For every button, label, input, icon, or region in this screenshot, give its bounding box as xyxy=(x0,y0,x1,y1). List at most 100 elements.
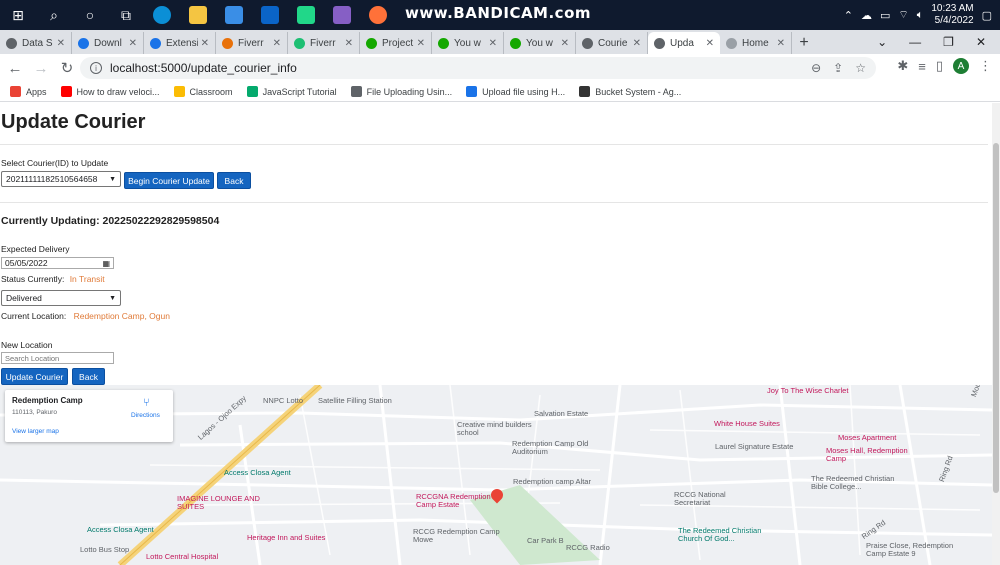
map-poi-label[interactable]: NNPC Lotto xyxy=(263,396,303,405)
extensions-puzzle-icon[interactable]: ✱ xyxy=(897,58,908,74)
close-tab-icon[interactable]: ✕ xyxy=(273,38,281,49)
bookmark-item[interactable]: File Uploading Usin... xyxy=(350,86,452,97)
task-view-icon[interactable]: ⧉ xyxy=(108,0,144,30)
cortana-icon[interactable]: ○ xyxy=(72,0,108,30)
volume-icon[interactable]: 🔈︎ xyxy=(917,9,924,22)
bookmark-item[interactable]: Bucket System - Ag... xyxy=(579,86,681,97)
map-poi-label[interactable]: IMAGINE LOUNGE AND SUITES xyxy=(177,495,267,511)
search-icon[interactable]: ⌕ xyxy=(36,0,72,30)
new-location-search-input[interactable]: Search Location xyxy=(1,352,114,364)
close-tab-icon[interactable]: ✕ xyxy=(706,38,714,49)
back-button-2[interactable]: Back xyxy=(72,368,105,385)
close-tab-icon[interactable]: ✕ xyxy=(489,38,497,49)
map-poi-label[interactable]: The Redeemed Christian Bible College... xyxy=(811,475,901,491)
close-tab-icon[interactable]: ✕ xyxy=(345,38,353,49)
wifi-icon[interactable]: ⌔ xyxy=(898,8,908,22)
directions-icon[interactable]: ⑂ xyxy=(143,397,150,409)
file-explorer-icon[interactable] xyxy=(180,0,216,30)
map-poi-label[interactable]: Moses Hall, Redemption Camp xyxy=(826,447,916,463)
visual-studio-app-icon[interactable] xyxy=(324,0,360,30)
profile-avatar[interactable]: A xyxy=(953,58,969,74)
browser-tab[interactable]: Project ✕ xyxy=(360,32,432,54)
minimize-icon[interactable]: — xyxy=(909,35,921,49)
map-poi-label[interactable]: Access Closa Agent xyxy=(87,525,154,534)
chevron-up-icon[interactable]: ⌃ xyxy=(844,9,853,22)
clock[interactable]: 10:23 AM 5/4/2022 xyxy=(931,3,973,27)
map-poi-label[interactable]: Salvation Estate xyxy=(534,409,588,418)
map-poi-label[interactable]: RCCG Radio xyxy=(566,543,610,552)
close-tab-icon[interactable]: ✕ xyxy=(129,38,137,49)
map-poi-label[interactable]: RCCG National Secretariat xyxy=(674,491,764,507)
media-icon[interactable]: ≡ xyxy=(918,59,926,74)
edge-app-icon[interactable] xyxy=(144,0,180,30)
map-poi-label[interactable]: Heritage Inn and Suites xyxy=(247,533,325,542)
windows-start-icon[interactable]: ⊞ xyxy=(0,0,36,30)
browser-tab[interactable]: Data S ✕ xyxy=(0,32,72,54)
tab-search-icon[interactable]: ⌄ xyxy=(877,35,887,49)
browser-tab[interactable]: Courie ✕ xyxy=(576,32,648,54)
view-larger-map-link[interactable]: View larger map xyxy=(12,428,59,435)
restore-icon[interactable]: ❐ xyxy=(943,35,954,49)
map-poi-label[interactable]: RCCG Redemption Camp Mowe xyxy=(413,528,503,544)
mail-app-icon[interactable] xyxy=(252,0,288,30)
site-info-icon[interactable]: i xyxy=(90,62,102,74)
close-window-icon[interactable]: ✕ xyxy=(976,35,986,49)
bookmark-item[interactable]: Apps xyxy=(10,86,47,97)
firefox-app-icon[interactable] xyxy=(360,0,396,30)
browser-tab[interactable]: You w ✕ xyxy=(504,32,576,54)
map-poi-label[interactable]: Joy To The Wise Charlet xyxy=(767,386,848,395)
expected-delivery-date-input[interactable]: 05/05/2022 ▦ xyxy=(1,257,114,269)
back-arrow-icon[interactable]: ← xyxy=(2,60,28,77)
menu-kebab-icon[interactable]: ⋮ xyxy=(979,58,992,74)
pycharm-app-icon[interactable] xyxy=(288,0,324,30)
scrollbar-thumb[interactable] xyxy=(993,143,999,493)
directions-link[interactable]: Directions xyxy=(131,412,160,419)
browser-tab[interactable]: Home ✕ xyxy=(720,32,792,54)
map-poi-label[interactable]: Access Closa Agent xyxy=(224,468,291,477)
url-text[interactable]: localhost:5000/update_courier_info xyxy=(110,61,297,75)
map-poi-label[interactable]: Redemption camp Altar xyxy=(513,477,591,486)
embedded-map[interactable]: NNPC Lotto Satellite Filling Station Joy T… xyxy=(0,385,992,565)
forward-arrow-icon[interactable]: → xyxy=(28,60,54,77)
zoom-icon[interactable]: ⊖ xyxy=(811,61,821,75)
map-poi-label[interactable]: Redemption Camp Old Auditorium xyxy=(512,440,602,456)
close-tab-icon[interactable]: ✕ xyxy=(777,38,785,49)
notification-icon[interactable]: ▢ xyxy=(982,9,992,22)
page-scrollbar[interactable] xyxy=(992,103,1000,565)
calendar-icon[interactable]: ▦ xyxy=(102,259,110,268)
status-select[interactable]: Delivered ▼ xyxy=(1,290,121,306)
browser-tab[interactable]: Fiverr ✕ xyxy=(288,32,360,54)
back-button[interactable]: Back xyxy=(217,172,251,189)
browser-tab[interactable]: Upda ✕ xyxy=(648,32,720,54)
map-poi-label[interactable]: Car Park B xyxy=(527,536,564,545)
browser-tab[interactable]: Downl ✕ xyxy=(72,32,144,54)
reload-icon[interactable]: ↻ xyxy=(54,59,80,77)
bookmark-star-icon[interactable]: ☆ xyxy=(855,61,866,75)
map-poi-label[interactable]: Creative mind builders school xyxy=(457,421,547,437)
bookmark-item[interactable]: Upload file using H... xyxy=(466,86,565,97)
side-panel-icon[interactable]: ▯ xyxy=(936,58,943,74)
cloud-icon[interactable]: ☁ xyxy=(861,9,872,22)
map-poi-label[interactable]: Praise Close, Redemption Camp Estate 9 xyxy=(866,542,956,558)
update-courier-button[interactable]: Update Courier xyxy=(1,368,68,385)
close-tab-icon[interactable]: ✕ xyxy=(57,38,65,49)
close-tab-icon[interactable]: ✕ xyxy=(561,38,569,49)
map-poi-label[interactable]: Laurel Signature Estate xyxy=(715,442,793,451)
map-poi-label[interactable]: White House Suites xyxy=(714,419,780,428)
browser-tab[interactable]: Extensi ✕ xyxy=(144,32,216,54)
close-tab-icon[interactable]: ✕ xyxy=(417,38,425,49)
store-app-icon[interactable] xyxy=(216,0,252,30)
map-poi-label[interactable]: Satellite Filling Station xyxy=(318,396,392,405)
bookmark-item[interactable]: Classroom xyxy=(173,86,233,97)
browser-tab[interactable]: Fiverr ✕ xyxy=(216,32,288,54)
begin-courier-update-button[interactable]: Begin Courier Update xyxy=(124,172,214,189)
map-poi-label[interactable]: Lotto Central Hospital xyxy=(146,552,218,561)
bookmark-item[interactable]: How to draw veloci... xyxy=(60,86,160,97)
map-poi-label[interactable]: Moses Apartment xyxy=(838,433,896,442)
new-tab-button[interactable]: + xyxy=(792,32,816,54)
bookmark-item[interactable]: JavaScript Tutorial xyxy=(246,86,337,97)
share-icon[interactable]: ⇪ xyxy=(833,61,843,75)
close-tab-icon[interactable]: ✕ xyxy=(633,38,641,49)
battery-icon[interactable]: ▭ xyxy=(880,9,890,22)
map-poi-label[interactable]: The Redeemed Christian Church Of God... xyxy=(678,527,768,543)
